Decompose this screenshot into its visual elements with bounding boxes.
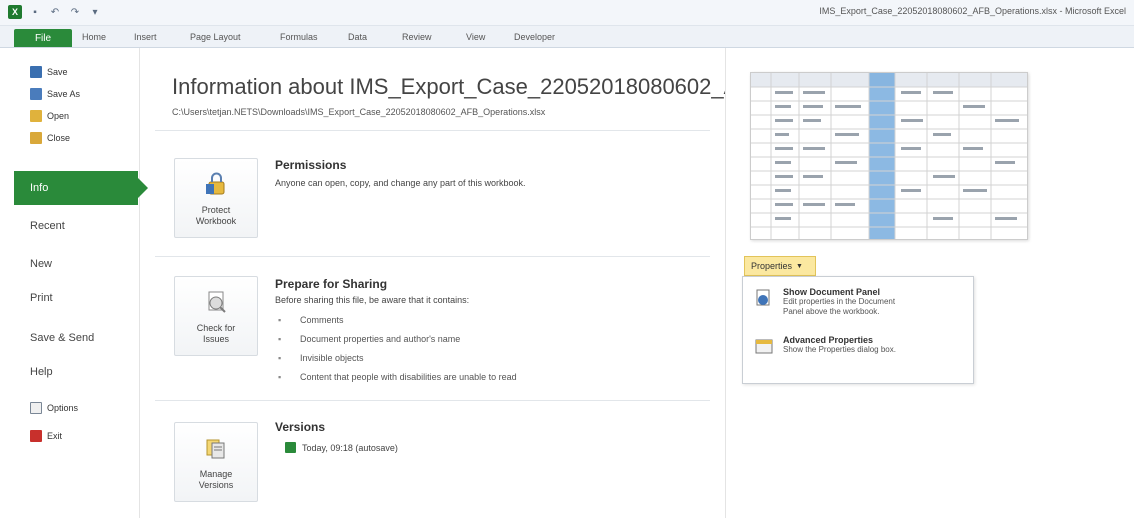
excel-app-icon[interactable]: X (8, 5, 22, 19)
document-panel-icon (753, 287, 775, 309)
list-item: ▪ Comments (278, 314, 344, 325)
permissions-title: Permissions (275, 158, 347, 172)
nav-info[interactable]: Info (14, 171, 148, 205)
version-entry[interactable]: Today, 09:18 (autosave) (285, 442, 398, 453)
save-as-icon (30, 88, 42, 100)
nav-recent[interactable]: Recent (30, 220, 65, 232)
advanced-properties-icon (753, 335, 775, 357)
show-document-panel-item[interactable]: Show Document Panel Edit properties in t… (753, 287, 895, 317)
backstage-nav: Save Save As Open Close Info Recent New … (0, 48, 148, 518)
version-entry-label: Today, 09:18 (autosave) (302, 442, 398, 453)
exit-icon (30, 430, 42, 442)
save-icon (30, 66, 42, 78)
list-item: ▪ Content that people with disabilities a… (278, 371, 517, 382)
nav-open[interactable]: Open (30, 110, 69, 122)
workbook-thumbnail (750, 72, 1028, 240)
nav-options[interactable]: Options (30, 402, 78, 414)
advanced-properties-title: Advanced Properties (783, 335, 874, 345)
properties-label: Properties (751, 261, 793, 271)
nav-close-label: Close (47, 133, 71, 143)
sharing-bullets: ▪ Comments ▪ Document properties and autho… (278, 310, 517, 386)
open-folder-icon (30, 110, 42, 122)
info-main: Information about IMS_Export_Case_220520… (140, 48, 768, 518)
show-document-panel-desc: Edit properties in the Document Panel ab… (783, 297, 896, 316)
properties-panel: Properties ▼ Show Document Panel Edit pr… (725, 48, 1134, 518)
advanced-properties-item[interactable]: Advanced Properties Show the Properties … (753, 335, 896, 357)
nav-save-as[interactable]: Save As (30, 88, 80, 100)
tab-file[interactable]: File (14, 29, 72, 47)
title-bar: X ▪ ↶ ↷ ▾ IMS_Export_Case_22052018080602… (0, 0, 1134, 26)
list-item: ▪ Document properties and author's name (278, 333, 461, 344)
quick-access-toolbar: X ▪ ↶ ↷ ▾ (8, 5, 102, 19)
nav-save-send[interactable]: Save & Send (30, 332, 94, 344)
show-document-panel-title: Show Document Panel (783, 287, 881, 297)
excel-file-icon (285, 442, 296, 453)
versions-title: Versions (275, 420, 326, 434)
nav-close[interactable]: Close (30, 132, 70, 144)
list-item: ▪ Invisible objects (278, 352, 364, 363)
nav-save-label: Save (47, 67, 68, 77)
customize-toolbar-icon[interactable]: ▾ (88, 5, 102, 19)
versions-icon (201, 433, 231, 463)
sharing-title: Prepare for Sharing (275, 277, 388, 291)
sharing-desc: Before sharing this file, be aware that … (275, 295, 470, 305)
page-title: Information about IMS_Export_Case_220520… (172, 74, 768, 99)
nav-open-label: Open (47, 111, 70, 121)
nav-save-as-label: Save As (47, 89, 81, 99)
tab-developer[interactable]: Developer (514, 32, 555, 42)
lock-icon (201, 169, 231, 199)
tab-insert[interactable]: Insert (134, 32, 157, 42)
chevron-down-icon: ▼ (796, 262, 803, 270)
save-icon[interactable]: ▪ (28, 5, 42, 19)
nav-print[interactable]: Print (30, 292, 53, 304)
tab-page-layout[interactable]: Page Layout (190, 32, 241, 42)
nav-new[interactable]: New (30, 258, 52, 270)
file-path: C:\Users\tetjan.NETS\Downloads\IMS_Expor… (172, 107, 546, 117)
protect-workbook-button[interactable]: Protect Workbook (174, 158, 258, 238)
tab-formulas[interactable]: Formulas (280, 32, 318, 42)
inspect-document-icon (201, 287, 231, 317)
tab-view[interactable]: View (466, 32, 485, 42)
window-title: IMS_Export_Case_22052018080602_AFB_Opera… (819, 6, 1126, 16)
options-icon (30, 402, 42, 414)
nav-options-label: Options (47, 403, 79, 413)
ribbon-tabs: File Home Insert Page Layout Formulas Da… (0, 26, 1134, 48)
advanced-properties-desc: Show the Properties dialog box. (783, 345, 896, 354)
properties-dropdown[interactable]: Properties ▼ (744, 256, 816, 276)
nav-exit-label: Exit (47, 431, 63, 441)
nav-exit[interactable]: Exit (30, 430, 62, 442)
manage-versions-button[interactable]: Manage Versions (174, 422, 258, 502)
divider (155, 130, 710, 131)
tab-home[interactable]: Home (82, 32, 106, 42)
redo-icon[interactable]: ↷ (68, 5, 82, 19)
divider (155, 400, 710, 401)
manage-versions-label: Manage Versions (198, 469, 234, 490)
nav-help[interactable]: Help (30, 366, 53, 378)
divider (155, 256, 710, 257)
check-for-issues-button[interactable]: Check for Issues (174, 276, 258, 356)
protect-workbook-label: Protect Workbook (195, 205, 237, 226)
close-folder-icon (30, 132, 42, 144)
permissions-desc: Anyone can open, copy, and change any pa… (275, 178, 526, 188)
tab-data[interactable]: Data (348, 32, 367, 42)
check-for-issues-label: Check for Issues (196, 323, 236, 344)
nav-save[interactable]: Save (30, 66, 68, 78)
undo-icon[interactable]: ↶ (48, 5, 62, 19)
properties-menu: Show Document Panel Edit properties in t… (742, 276, 974, 384)
tab-review[interactable]: Review (402, 32, 432, 42)
